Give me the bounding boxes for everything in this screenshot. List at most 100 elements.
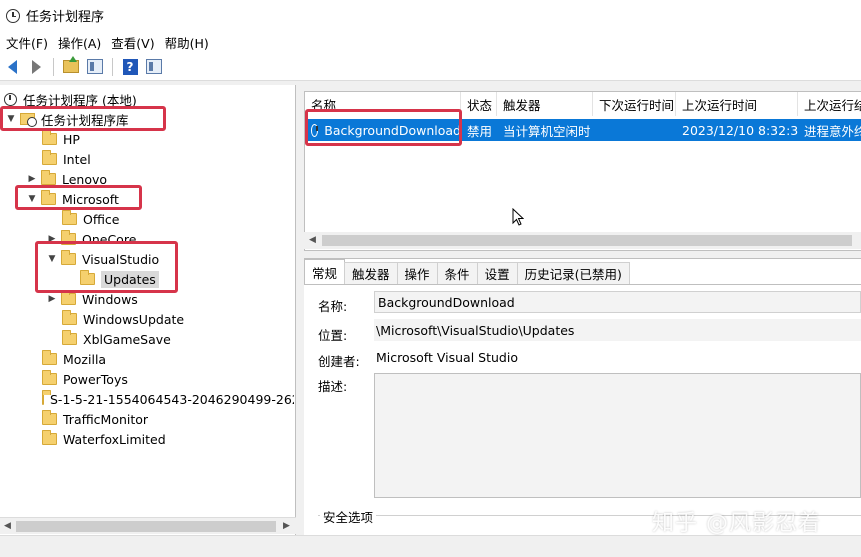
tab-history[interactable]: 历史记录(已禁用) xyxy=(516,262,630,284)
toolbar-separator xyxy=(112,57,113,76)
tab-general[interactable]: 常规 xyxy=(304,259,346,284)
tree-item-mozilla[interactable]: Mozilla xyxy=(42,349,106,369)
tree-item-sid[interactable]: S-1-5-21-1554064543-2046290499-2621 xyxy=(42,389,294,409)
menu-bar: 文件(F) 操作(A) 查看(V) 帮助(H) xyxy=(0,31,861,53)
scrollbar-thumb[interactable] xyxy=(16,521,276,532)
tree-item-label: TrafficMonitor xyxy=(63,411,149,427)
name-label: 名称: xyxy=(318,299,348,314)
folder-icon xyxy=(42,130,57,145)
folder-up-icon xyxy=(63,56,79,73)
forward-button[interactable] xyxy=(26,57,46,77)
task-list-horizontal-scrollbar[interactable]: ◀ xyxy=(304,232,861,249)
name-field[interactable]: BackgroundDownload xyxy=(374,291,861,313)
scrollbar-thumb[interactable] xyxy=(322,235,852,246)
column-header-next-run[interactable]: 下次运行时间 xyxy=(593,92,676,116)
task-list: 名称 状态 触发器 下次运行时间 上次运行时间 上次运行结 Background… xyxy=(304,91,861,251)
task-clock-icon xyxy=(311,123,319,137)
show-hide-tree-button[interactable] xyxy=(85,57,105,77)
watermark: 知乎 @风影忍着 xyxy=(652,511,821,536)
tree-item-label: 任务计划程序库 xyxy=(41,112,129,128)
tree-item-office[interactable]: Office xyxy=(62,209,120,229)
tab-actions[interactable]: 操作 xyxy=(396,262,438,284)
chevron-down-icon[interactable]: ▼ xyxy=(47,254,57,264)
action-pane-icon xyxy=(146,59,162,74)
column-header-last-result[interactable]: 上次运行结 xyxy=(798,92,861,116)
title-bar: 任务计划程序 xyxy=(0,0,861,31)
tree-item-xblgamesave[interactable]: XblGameSave xyxy=(62,329,171,349)
description-label: 描述: xyxy=(318,379,348,394)
column-header-name[interactable]: 名称 xyxy=(305,92,461,116)
cell-next-run xyxy=(593,119,676,141)
tree-item-visualstudio[interactable]: ▼ VisualStudio xyxy=(47,249,159,269)
cell-name: BackgroundDownload xyxy=(305,119,461,141)
chevron-right-icon[interactable]: ▶ xyxy=(47,234,57,244)
cell-status: 禁用 xyxy=(467,123,493,139)
tree-item-label: XblGameSave xyxy=(83,331,171,347)
tree-item-waterfoxlimited[interactable]: WaterfoxLimited xyxy=(42,429,166,449)
tree-item-microsoft[interactable]: ▼ Microsoft xyxy=(27,189,119,209)
forward-arrow-icon xyxy=(31,59,41,74)
column-header-status[interactable]: 状态 xyxy=(461,92,497,116)
tab-triggers[interactable]: 触发器 xyxy=(344,262,398,284)
navigation-tree: 任务计划程序 (本地) ▼ 任务计划程序库 HP Intel ▶ Lenovo … xyxy=(0,85,296,535)
task-scheduler-clock-icon xyxy=(6,8,20,23)
menu-action[interactable]: 操作(A) xyxy=(56,33,109,52)
tree-item-onecore[interactable]: ▶ OneCore xyxy=(47,229,136,249)
task-details-panel: 常规 触发器 操作 条件 设置 历史记录(已禁用) 名称: Background… xyxy=(304,258,861,535)
author-value: Microsoft Visual Studio xyxy=(376,349,518,365)
status-bar xyxy=(0,535,861,557)
window-title: 任务计划程序 xyxy=(26,10,105,25)
chevron-down-icon[interactable]: ▼ xyxy=(6,114,16,124)
tree-item-powertoys[interactable]: PowerToys xyxy=(42,369,128,389)
tree-horizontal-scrollbar[interactable]: ◀ ▶ xyxy=(0,517,296,534)
tree-item-windowsupdate[interactable]: WindowsUpdate xyxy=(62,309,184,329)
tree-item-label: Microsoft xyxy=(62,191,119,207)
tab-conditions[interactable]: 条件 xyxy=(436,262,478,284)
table-row[interactable]: BackgroundDownload 禁用 当计算机空闲时 2023/12/10… xyxy=(305,119,861,141)
details-tabs: 常规 触发器 操作 条件 设置 历史记录(已禁用) xyxy=(304,259,861,285)
column-header-trigger[interactable]: 触发器 xyxy=(497,92,593,116)
chevron-right-icon[interactable]: ▶ xyxy=(47,294,57,304)
description-field[interactable] xyxy=(374,373,861,498)
scroll-left-icon[interactable]: ◀ xyxy=(309,235,316,245)
tree-item-label: HP xyxy=(63,131,80,147)
location-label: 位置: xyxy=(318,328,348,343)
folder-icon xyxy=(62,310,77,325)
toolbar: ? xyxy=(0,53,861,81)
menu-help[interactable]: 帮助(H) xyxy=(163,33,217,52)
menu-file[interactable]: 文件(F) xyxy=(4,33,56,52)
chevron-right-icon[interactable]: ▶ xyxy=(27,174,37,184)
location-value: \Microsoft\VisualStudio\Updates xyxy=(374,319,861,341)
tab-settings[interactable]: 设置 xyxy=(476,262,518,284)
up-one-level-button[interactable] xyxy=(61,56,81,77)
help-button[interactable]: ? xyxy=(120,57,140,77)
cell-last-result: 进程意外终 xyxy=(804,123,861,139)
folder-icon xyxy=(41,170,56,185)
tree-item-hp[interactable]: HP xyxy=(42,129,80,149)
cell-last-run: 2023/12/10 8:32:32 xyxy=(682,122,798,138)
tree-item-windows[interactable]: ▶ Windows xyxy=(47,289,138,309)
menu-view[interactable]: 查看(V) xyxy=(109,33,162,52)
back-button[interactable] xyxy=(2,57,22,77)
tree-item-trafficmonitor[interactable]: TrafficMonitor xyxy=(42,409,148,429)
column-header-last-run[interactable]: 上次运行时间 xyxy=(676,92,798,116)
chevron-down-icon[interactable]: ▼ xyxy=(27,194,37,204)
author-label: 创建者: xyxy=(318,354,360,369)
library-folder-icon xyxy=(20,113,37,127)
folder-icon xyxy=(80,270,95,285)
tree-item-lenovo[interactable]: ▶ Lenovo xyxy=(27,169,107,189)
scroll-left-icon[interactable]: ◀ xyxy=(4,521,11,531)
back-arrow-icon xyxy=(7,59,17,74)
tree-item-intel[interactable]: Intel xyxy=(42,149,91,169)
tree-item-updates[interactable]: Updates xyxy=(80,269,159,289)
tree-item-library[interactable]: ▼ 任务计划程序库 xyxy=(6,109,129,129)
tree-item-label: VisualStudio xyxy=(82,251,160,267)
tree-item-label: Mozilla xyxy=(63,351,107,367)
tree-item-label: OneCore xyxy=(82,231,137,247)
scroll-right-icon[interactable]: ▶ xyxy=(283,521,290,531)
folder-icon xyxy=(42,390,51,405)
action-pane-button[interactable] xyxy=(144,57,164,77)
tree-item-label: 任务计划程序 (本地) xyxy=(23,92,137,108)
show-hide-tree-icon xyxy=(87,59,103,74)
tree-item-root[interactable]: 任务计划程序 (本地) xyxy=(4,89,137,109)
